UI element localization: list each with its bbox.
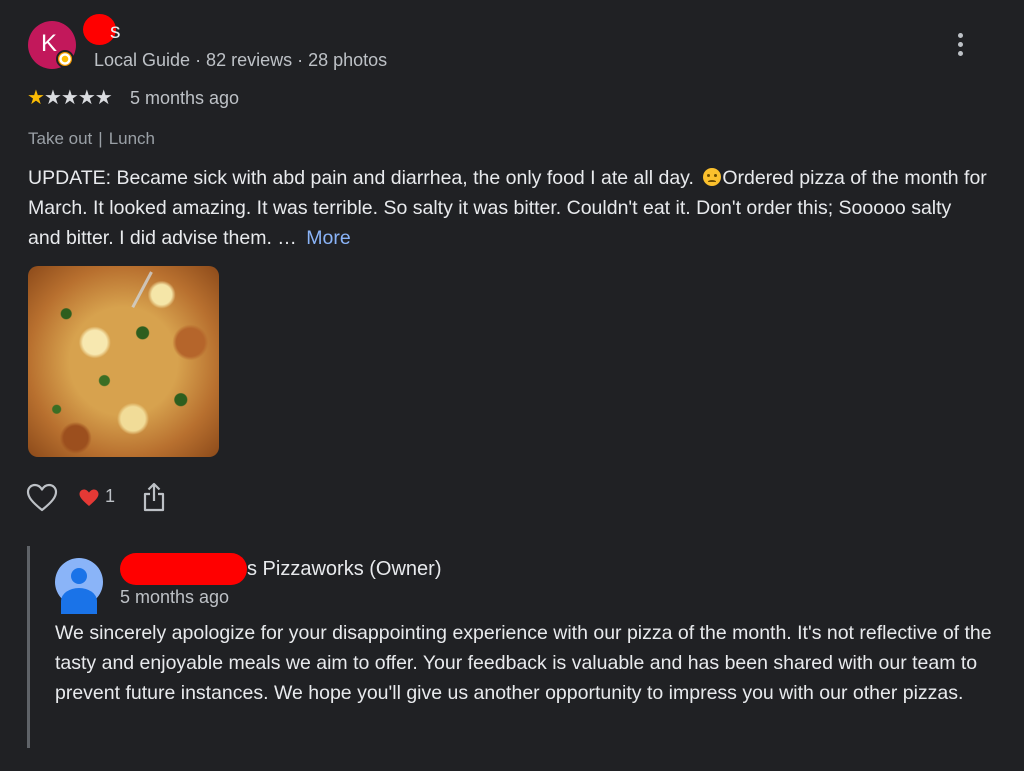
star-empty-icon: ★ (77, 87, 96, 109)
reviewer-meta[interactable]: Local Guide · 82 reviews · 28 photos (94, 50, 387, 71)
star-empty-icon: ★ (60, 87, 79, 109)
local-guide-badge-icon (56, 50, 74, 68)
redacted-owner-name (120, 553, 247, 585)
review-text-part-1: UPDATE: Became sick with abd pain and di… (28, 167, 700, 189)
owner-avatar-body (61, 588, 97, 614)
more-vert-icon[interactable] (950, 31, 970, 61)
review-time: 5 months ago (130, 88, 240, 108)
owner-name: s Pizzaworks (Owner) (247, 558, 442, 580)
owner-reply-time: 5 months ago (120, 587, 230, 607)
reply-divider (27, 546, 30, 748)
review-photo[interactable] (28, 266, 219, 457)
share-icon[interactable] (142, 482, 166, 512)
more-link[interactable]: More (306, 227, 350, 249)
star-filled-icon: ★ (27, 87, 45, 109)
heart-outline-icon[interactable] (26, 483, 58, 513)
owner-reply-text: We sincerely apologize for your disappoi… (55, 622, 992, 704)
reaction-count: 1 (105, 486, 116, 506)
tag-lunch: Lunch (108, 129, 156, 148)
review-tags: Take out | Lunch (28, 129, 155, 149)
star-empty-icon: ★ (43, 87, 62, 109)
angry-face-emoji-icon (703, 168, 722, 186)
red-heart-emoji-icon (79, 489, 99, 506)
reviewer-name[interactable]: s (110, 20, 121, 44)
avatar-initial: K (40, 30, 57, 57)
star-empty-icon: ★ (94, 87, 113, 109)
owner-avatar-head (71, 568, 87, 584)
review-text: UPDATE: Became sick with abd pain and di… (28, 163, 988, 253)
star-rating: ★★★★★ (27, 86, 113, 110)
tag-take-out: Take out (28, 129, 93, 148)
tag-separator: | (98, 129, 103, 148)
